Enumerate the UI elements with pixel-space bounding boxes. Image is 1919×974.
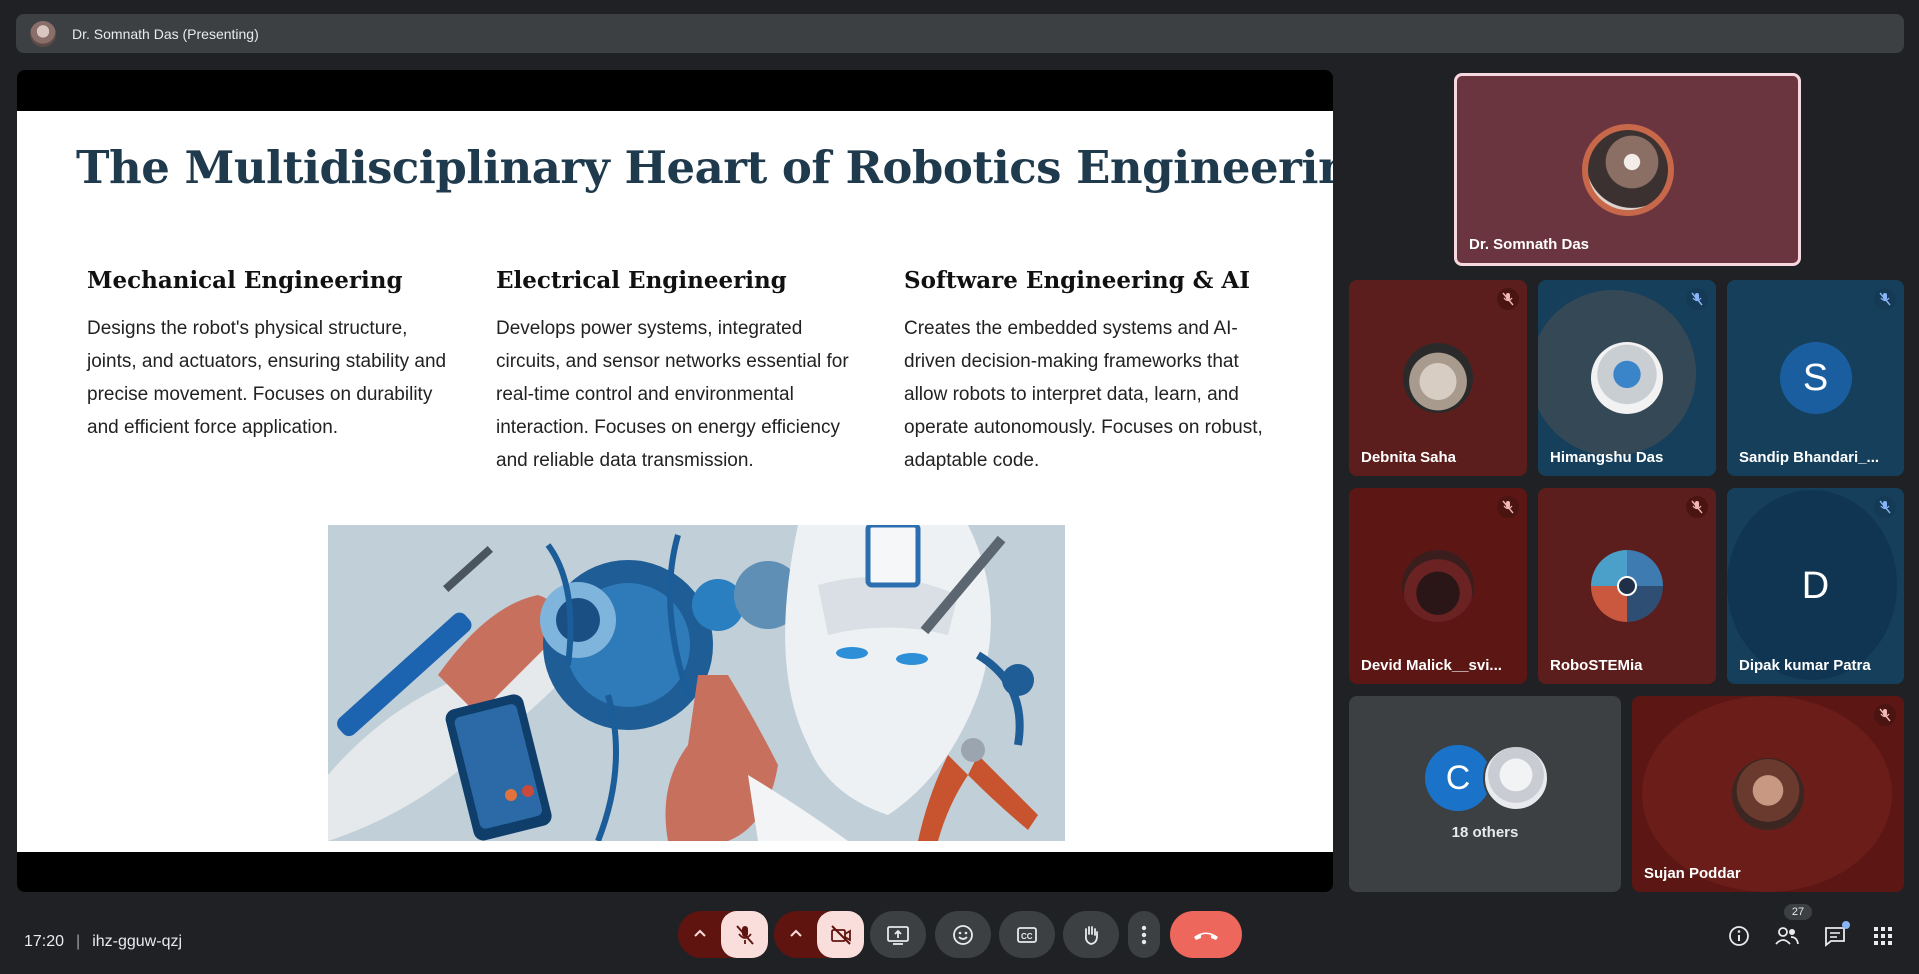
tile-participant[interactable]: S Sandip Bhandari_... <box>1727 280 1904 476</box>
present-screen-icon <box>887 925 909 945</box>
more-vert-icon <box>1141 925 1147 944</box>
participant-name: RoboSTEMia <box>1550 657 1643 674</box>
mic-off-icon <box>1874 288 1896 310</box>
avatar: C <box>1425 745 1491 811</box>
column-heading: Electrical Engineering <box>496 267 787 294</box>
column-heading: Mechanical Engineering <box>87 267 403 294</box>
people-button[interactable]: 27 <box>1772 904 1812 951</box>
captions-icon: CC <box>1017 926 1037 943</box>
mic-off-icon <box>735 924 754 945</box>
mic-off-icon <box>1686 496 1708 518</box>
camera-control-group <box>774 911 864 958</box>
clock: 17:20 <box>24 933 65 950</box>
column-body: Designs the robot's physical structure, … <box>87 318 447 438</box>
participant-name: Dr. Somnath Das <box>1469 236 1590 253</box>
avatar <box>1591 550 1663 622</box>
presentation-slide: The Multidisciplinary Heart of Robotics … <box>17 111 1333 852</box>
separator: | <box>76 933 81 950</box>
mic-off-icon <box>1686 288 1708 310</box>
avatar <box>1483 745 1549 811</box>
leave-call-button[interactable] <box>1170 911 1242 958</box>
participant-name: Sandip Bhandari_... <box>1739 449 1880 466</box>
shared-screen[interactable]: The Multidisciplinary Heart of Robotics … <box>17 70 1333 892</box>
tile-participant[interactable]: Devid Malick__svi... <box>1349 488 1527 684</box>
column-heading: Software Engineering & AI <box>904 267 1251 294</box>
unread-dot <box>1842 921 1850 929</box>
apps-grid-icon <box>1874 927 1892 945</box>
tile-participant[interactable]: RoboSTEMia <box>1538 488 1716 684</box>
participant-name: Dipak kumar Patra <box>1739 657 1871 674</box>
avatar: S <box>1779 342 1852 414</box>
activities-button[interactable] <box>1868 921 1898 951</box>
slide-column-mechanical: Mechanical Engineering Designs the robot… <box>87 267 447 444</box>
column-body: Develops power systems, integrated circu… <box>496 318 849 471</box>
captions-button[interactable]: CC <box>999 911 1055 958</box>
chevron-up-icon[interactable] <box>786 923 806 948</box>
emoji-icon <box>953 924 973 945</box>
chat-button[interactable] <box>1820 921 1850 951</box>
chevron-up-icon[interactable] <box>690 923 710 948</box>
slide-title: The Multidisciplinary Heart of Robotics … <box>76 141 1333 194</box>
people-icon <box>1775 927 1799 945</box>
meeting-info: 17:20 | ihz-gguw-qzj <box>24 933 182 951</box>
presenter-bar[interactable]: Dr. Somnath Das (Presenting) <box>16 14 1904 53</box>
meeting-details-button[interactable] <box>1724 921 1754 951</box>
end-call-icon <box>1194 932 1218 940</box>
slide-column-software: Software Engineering & AI Creates the em… <box>904 267 1264 477</box>
avatar <box>1402 550 1474 622</box>
present-now-button[interactable] <box>870 911 926 958</box>
others-count-label: 18 others <box>1451 824 1519 841</box>
column-body: Creates the embedded systems and AI-driv… <box>904 318 1263 471</box>
tile-others[interactable]: C 18 others <box>1349 696 1621 892</box>
tile-participant[interactable]: Sujan Poddar <box>1632 696 1904 892</box>
mic-off-icon <box>1497 496 1519 518</box>
participant-name: Devid Malick__svi... <box>1361 657 1502 674</box>
avatar <box>1581 123 1674 216</box>
participant-name: Debnita Saha <box>1361 449 1457 466</box>
avatar <box>1732 758 1804 830</box>
presenter-label: Dr. Somnath Das (Presenting) <box>72 25 259 42</box>
info-icon <box>1729 926 1749 946</box>
mic-off-icon <box>1874 704 1896 726</box>
control-bar: 17:20 | ihz-gguw-qzj CC 27 <box>0 895 1919 974</box>
participant-name: Himangshu Das <box>1550 449 1664 466</box>
camera-off-button[interactable] <box>817 911 864 958</box>
robotics-illustration <box>328 525 1065 841</box>
tile-active-speaker[interactable]: Dr. Somnath Das <box>1454 73 1801 266</box>
mic-control-group <box>678 911 768 958</box>
camera-off-icon <box>830 924 851 945</box>
mic-off-icon <box>1874 496 1896 518</box>
avatar <box>1591 342 1663 414</box>
tile-participant[interactable]: Debnita Saha <box>1349 280 1527 476</box>
participant-count-badge: 27 <box>1784 904 1812 920</box>
mic-off-icon <box>1497 288 1519 310</box>
raise-hand-icon <box>1084 925 1098 945</box>
slide-column-electrical: Electrical Engineering Develops power sy… <box>496 267 856 477</box>
reactions-button[interactable] <box>935 911 991 958</box>
raise-hand-button[interactable] <box>1063 911 1119 958</box>
avatar: D <box>1779 550 1852 622</box>
tile-participant[interactable]: Himangshu Das <box>1538 280 1716 476</box>
more-options-button[interactable] <box>1128 911 1160 958</box>
participant-name: Sujan Poddar <box>1644 865 1741 882</box>
avatar <box>1403 343 1473 413</box>
meeting-code: ihz-gguw-qzj <box>92 933 183 950</box>
svg-text:CC: CC <box>1021 932 1033 941</box>
mic-off-button[interactable] <box>721 911 768 958</box>
tile-participant[interactable]: D Dipak kumar Patra <box>1727 488 1904 684</box>
presenter-avatar <box>30 20 56 47</box>
